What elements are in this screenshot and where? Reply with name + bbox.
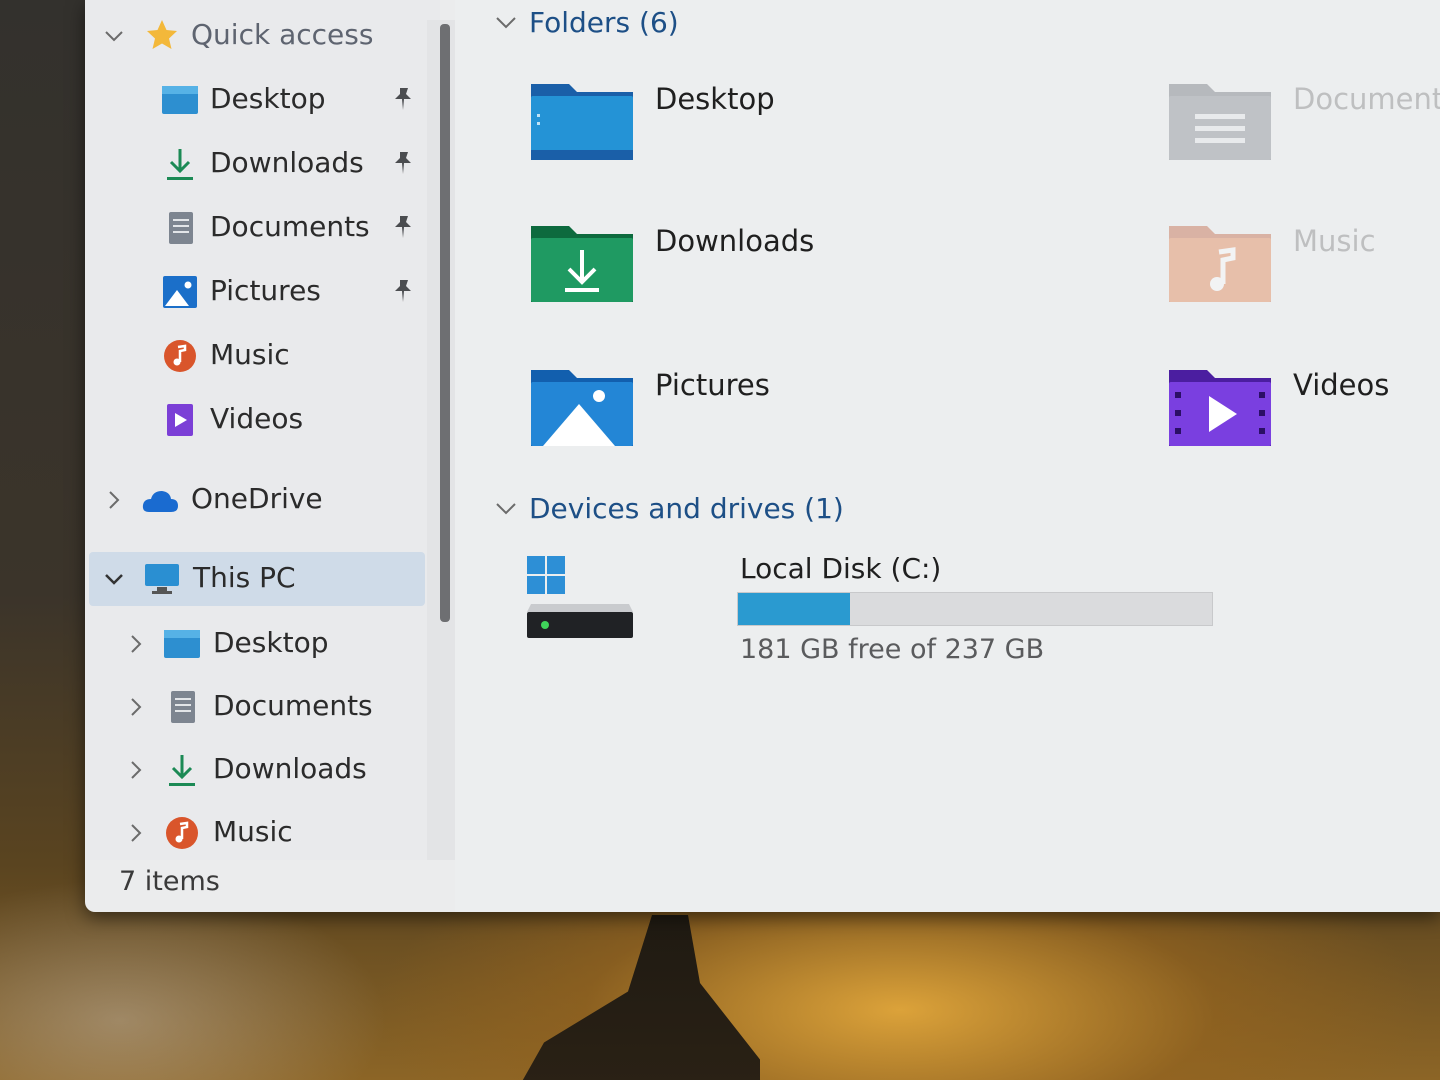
folder-tile-documents[interactable]: Documents xyxy=(1167,80,1440,190)
quick-access-item-pictures[interactable]: Pictures xyxy=(95,266,425,318)
folder-name: Music xyxy=(1293,224,1376,258)
section-title: Devices and drives (1) xyxy=(529,492,844,525)
music-icon xyxy=(163,816,201,850)
drive-free-space: 181 GB free of 237 GB xyxy=(740,634,1045,665)
onedrive-cloud-icon xyxy=(141,484,179,518)
folder-tile-music[interactable]: Music xyxy=(1167,222,1440,332)
music-folder-icon xyxy=(1169,226,1271,302)
file-explorer-window: Quick access Desktop Downloads Documents… xyxy=(85,0,1440,912)
chevron-right-icon[interactable] xyxy=(125,696,147,718)
folder-tile-desktop[interactable]: Desktop xyxy=(529,80,1089,190)
music-icon xyxy=(161,339,199,373)
quick-access-item-videos[interactable]: Videos xyxy=(95,394,425,446)
drive-usage-fill xyxy=(738,593,850,625)
drive-usage-bar xyxy=(737,592,1213,626)
videos-folder-icon xyxy=(1169,370,1271,446)
nav-this-pc[interactable]: This PC xyxy=(89,552,425,606)
chevron-down-icon[interactable] xyxy=(493,10,519,36)
download-arrow-icon xyxy=(161,147,199,181)
folder-name: Downloads xyxy=(655,224,815,258)
videos-icon xyxy=(161,403,199,437)
content-pane: Folders (6) Desktop Documents xyxy=(455,0,1440,912)
nav-quick-access[interactable]: Quick access xyxy=(95,10,425,62)
nav-label: Desktop xyxy=(210,82,326,115)
nav-label: Quick access xyxy=(191,18,374,51)
pin-icon[interactable] xyxy=(391,278,415,304)
desktop-folder-icon xyxy=(531,84,633,160)
devices-section-header[interactable]: Devices and drives (1) xyxy=(493,492,844,525)
folder-tile-videos[interactable]: Videos xyxy=(1167,366,1440,476)
drive-name: Local Disk (C:) xyxy=(740,552,942,585)
pin-icon[interactable] xyxy=(391,86,415,112)
nav-label: Videos xyxy=(210,402,304,435)
documents-folder-icon xyxy=(1169,84,1271,160)
chevron-down-icon[interactable] xyxy=(493,496,519,522)
nav-onedrive[interactable]: OneDrive xyxy=(95,474,425,526)
pin-icon[interactable] xyxy=(391,214,415,240)
folder-name: Documents xyxy=(1293,82,1440,116)
nav-label: Downloads xyxy=(213,752,367,785)
nav-label: Music xyxy=(210,338,290,371)
chevron-right-icon[interactable] xyxy=(125,633,147,655)
quick-access-item-desktop[interactable]: Desktop xyxy=(95,74,425,126)
desktop-icon xyxy=(161,83,199,117)
this-pc-item-desktop[interactable]: Desktop xyxy=(95,618,425,670)
chevron-down-icon[interactable] xyxy=(103,568,125,590)
this-pc-item-music[interactable]: Music xyxy=(95,807,425,859)
downloads-folder-icon xyxy=(531,226,633,302)
quick-access-item-documents[interactable]: Documents xyxy=(95,202,425,254)
section-title: Folders (6) xyxy=(529,6,679,39)
chevron-right-icon[interactable] xyxy=(125,822,147,844)
folder-tile-downloads[interactable]: Downloads xyxy=(529,222,1089,332)
folder-name: Videos xyxy=(1293,368,1390,402)
nav-label: Documents xyxy=(213,689,373,722)
quick-access-item-downloads[interactable]: Downloads xyxy=(95,138,425,190)
folders-section-header[interactable]: Folders (6) xyxy=(493,6,679,39)
status-items-count: 7 items xyxy=(119,866,220,897)
hard-drive-icon xyxy=(527,556,633,638)
nav-label: Downloads xyxy=(210,146,364,179)
quick-access-item-music[interactable]: Music xyxy=(95,330,425,382)
pin-icon[interactable] xyxy=(391,150,415,176)
nav-label: This PC xyxy=(193,561,296,594)
pictures-icon xyxy=(161,275,199,309)
chevron-down-icon[interactable] xyxy=(103,25,125,47)
nav-scrollbar-thumb[interactable] xyxy=(440,24,450,622)
folder-tile-pictures[interactable]: Pictures xyxy=(529,366,1089,476)
chevron-right-icon[interactable] xyxy=(125,759,147,781)
document-icon xyxy=(163,690,201,724)
desktop-icon xyxy=(163,627,201,661)
document-icon xyxy=(161,211,199,245)
nav-label: Desktop xyxy=(213,626,329,659)
nav-label: Music xyxy=(213,815,293,848)
nav-label: Documents xyxy=(210,210,370,243)
folder-name: Pictures xyxy=(655,368,770,402)
star-icon xyxy=(143,18,181,52)
this-pc-item-documents[interactable]: Documents xyxy=(95,681,425,733)
navigation-pane: Quick access Desktop Downloads Documents… xyxy=(85,0,440,860)
computer-icon xyxy=(143,562,181,596)
this-pc-item-downloads[interactable]: Downloads xyxy=(95,744,425,796)
nav-label: Pictures xyxy=(210,274,321,307)
nav-label: OneDrive xyxy=(191,482,323,515)
chevron-right-icon[interactable] xyxy=(103,489,125,511)
download-arrow-icon xyxy=(163,753,201,787)
pictures-folder-icon xyxy=(531,370,633,446)
folder-name: Desktop xyxy=(655,82,775,116)
